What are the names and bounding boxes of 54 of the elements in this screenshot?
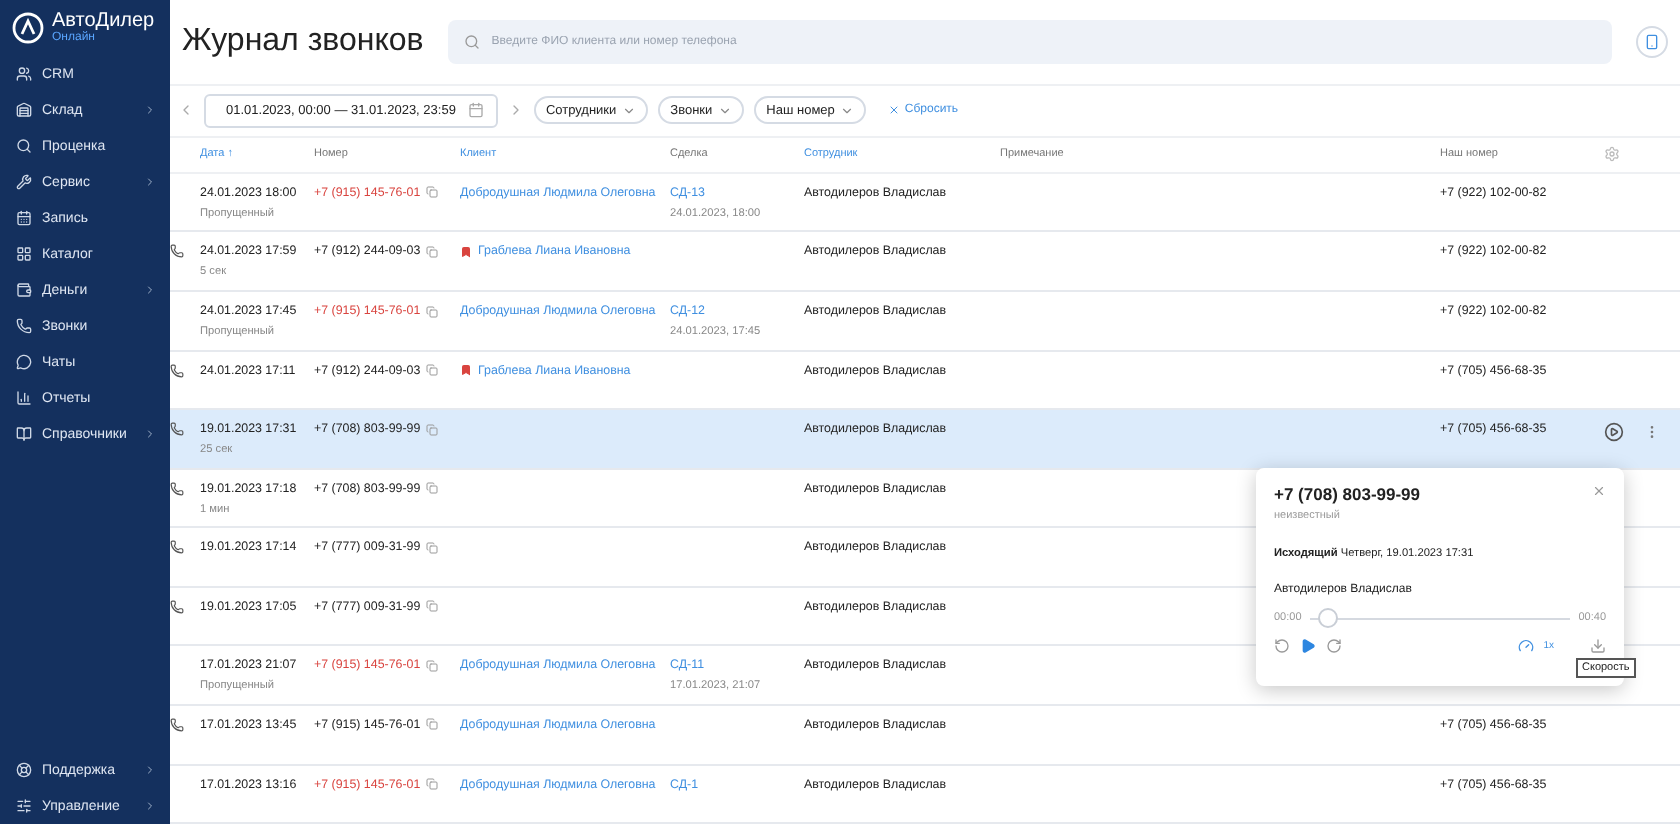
download-icon[interactable] [1590, 638, 1606, 654]
chevron-icon [144, 764, 156, 776]
copy-icon[interactable] [426, 186, 439, 199]
chevron-icon [622, 103, 637, 118]
search-icon [463, 34, 480, 51]
bookmark-icon [460, 364, 472, 377]
copy-icon[interactable] [426, 600, 439, 613]
chevron-icon [144, 284, 156, 296]
logo-icon [12, 12, 44, 44]
play-icon[interactable] [1300, 638, 1316, 654]
copy-icon[interactable] [426, 482, 439, 495]
copy-icon[interactable] [426, 364, 439, 377]
copy-icon[interactable] [426, 778, 439, 791]
chat-icon [16, 354, 32, 370]
wallet-icon [16, 282, 32, 298]
sliders-icon [16, 798, 32, 814]
calendar-icon [16, 210, 32, 226]
people-icon [16, 66, 32, 82]
logo-name: АвтоДилер [52, 12, 155, 32]
lifebuoy-icon [16, 762, 32, 778]
popup-phone: +7 (708) 803-99-99 [1274, 484, 1421, 504]
copy-icon[interactable] [426, 245, 439, 258]
copy-icon[interactable] [426, 718, 439, 731]
chevron-icon [144, 800, 156, 812]
calendar-icon [467, 102, 484, 119]
warehouse-icon [16, 102, 32, 118]
copy-icon[interactable] [426, 305, 439, 318]
speed-icon[interactable] [1517, 638, 1534, 654]
search-icon [16, 138, 32, 154]
chevron-icon [840, 103, 855, 118]
previous-icon[interactable] [178, 102, 194, 119]
play-icon[interactable] [1604, 422, 1624, 443]
copy-icon[interactable] [426, 541, 439, 554]
close-icon[interactable] [1592, 484, 1606, 498]
copy-icon[interactable] [426, 659, 439, 672]
forward-icon[interactable] [1326, 638, 1342, 654]
rewind-icon[interactable] [1274, 638, 1290, 654]
book-icon [16, 426, 32, 442]
copy-icon[interactable] [426, 423, 439, 436]
chevron-icon [144, 428, 156, 440]
phone-icon [16, 318, 32, 334]
phone-button[interactable] [1636, 26, 1668, 59]
chevron-icon [144, 104, 156, 116]
smartphone-icon [1644, 34, 1660, 51]
grid-icon [16, 246, 32, 262]
page-title: Журнал звонков [182, 22, 424, 63]
wrench-icon [16, 174, 32, 190]
chevron-icon [718, 103, 733, 118]
bar-chart-icon [16, 390, 32, 406]
close-icon [888, 104, 901, 117]
audio-thumb[interactable] [1317, 608, 1338, 628]
chevron-icon [144, 176, 156, 188]
settings-icon[interactable] [1604, 146, 1620, 163]
bookmark-icon [460, 245, 472, 258]
